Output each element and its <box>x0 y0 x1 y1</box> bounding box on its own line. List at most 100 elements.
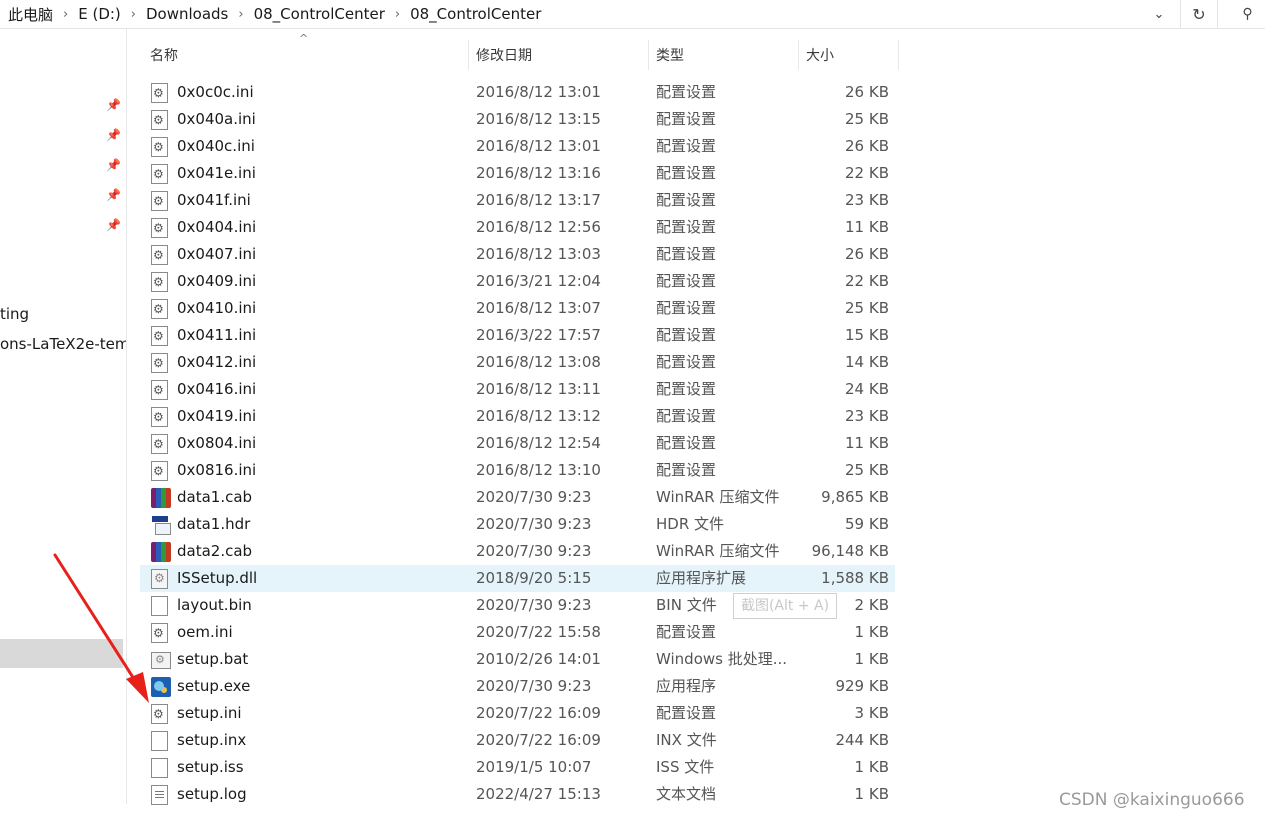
breadcrumb-downloads[interactable]: Downloads <box>138 5 236 23</box>
file-row[interactable]: data1.cab 2020/7/30 9:23 WinRAR 压缩文件 9,865 … <box>140 484 895 511</box>
file-row[interactable]: data2.cab 2020/7/30 9:23 WinRAR 压缩文件 96,148… <box>140 538 895 565</box>
file-name[interactable]: setup.bat <box>177 646 248 673</box>
file-row[interactable]: setup.bat 2010/2/26 14:01 Windows 批处理... 1 … <box>140 646 895 673</box>
file-row[interactable]: setup.log 2022/4/27 15:13 文本文档 1 KB <box>140 781 895 808</box>
file-row[interactable]: oem.ini 2020/7/22 15:58 配置设置 1 KB <box>140 619 895 646</box>
file-type: 配置设置 <box>656 299 717 317</box>
file-row[interactable]: 0x041e.ini 2016/8/12 13:16 配置设置 22 KB <box>140 160 895 187</box>
file-date: 2016/8/12 13:16 <box>476 164 601 182</box>
file-name[interactable]: 0x040c.ini <box>177 133 255 160</box>
file-row[interactable]: ISSetup.dll 2018/9/20 5:15 应用程序扩展 1,588 KB <box>140 565 895 592</box>
file-name[interactable]: 0x0409.ini <box>177 268 256 295</box>
breadcrumb-drive[interactable]: E (D:) <box>70 5 129 23</box>
file-type: 配置设置 <box>656 353 717 371</box>
address-bar: 此电脑 › E (D:) › Downloads › 08_ControlCen… <box>0 0 1265 29</box>
breadcrumb-this-pc[interactable]: 此电脑 <box>0 4 61 25</box>
file-row[interactable]: 0x040a.ini 2016/8/12 13:15 配置设置 25 KB <box>140 106 895 133</box>
nav-item-folder[interactable]: ons-LaTeX2e-tem <box>0 335 126 353</box>
file-row[interactable]: setup.exe 2020/7/30 9:23 应用程序 929 KB <box>140 673 895 700</box>
column-header-type[interactable]: 类型 <box>656 40 798 70</box>
file-row[interactable]: 0x0419.ini 2016/8/12 13:12 配置设置 23 KB <box>140 403 895 430</box>
ini-file-icon <box>151 164 171 184</box>
file-row[interactable]: 0x0416.ini 2016/8/12 13:11 配置设置 24 KB <box>140 376 895 403</box>
file-name[interactable]: layout.bin <box>177 592 252 619</box>
file-name[interactable]: 0x0410.ini <box>177 295 256 322</box>
ini-file-icon <box>151 137 171 157</box>
file-row[interactable]: setup.iss 2019/1/5 10:07 ISS 文件 1 KB <box>140 754 895 781</box>
file-type: 配置设置 <box>656 380 717 398</box>
file-name[interactable]: 0x0407.ini <box>177 241 256 268</box>
file-row[interactable]: 0x0407.ini 2016/8/12 13:03 配置设置 26 KB <box>140 241 895 268</box>
pin-icon[interactable]: 📌 <box>106 218 121 232</box>
pin-icon[interactable]: 📌 <box>106 188 121 202</box>
file-name[interactable]: 0x041f.ini <box>177 187 251 214</box>
file-row[interactable]: 0x0c0c.ini 2016/8/12 13:01 配置设置 26 KB <box>140 79 895 106</box>
file-name[interactable]: 0x0c0c.ini <box>177 79 254 106</box>
file-name[interactable]: setup.ini <box>177 700 242 727</box>
file-size: 2 KB <box>854 596 889 614</box>
file-name[interactable]: setup.log <box>177 781 247 808</box>
file-name[interactable]: setup.inx <box>177 727 246 754</box>
file-size: 22 KB <box>845 164 889 182</box>
file-name[interactable]: 0x0816.ini <box>177 457 256 484</box>
file-date: 2020/7/30 9:23 <box>476 677 592 695</box>
pin-icon[interactable]: 📌 <box>106 98 121 112</box>
column-header-date[interactable]: 修改日期 <box>476 40 648 70</box>
breadcrumb-current-folder[interactable]: 08_ControlCenter <box>402 5 549 23</box>
file-row[interactable]: 0x0410.ini 2016/8/12 13:07 配置设置 25 KB <box>140 295 895 322</box>
file-name[interactable]: setup.exe <box>177 673 250 700</box>
column-separator[interactable] <box>798 40 799 70</box>
file-date: 2016/8/12 13:08 <box>476 353 601 371</box>
chevron-down-icon[interactable]: ⌄ <box>1144 0 1174 28</box>
file-row[interactable]: 0x0412.ini 2016/8/12 13:08 配置设置 14 KB <box>140 349 895 376</box>
breadcrumb-separator-icon[interactable]: › <box>236 7 245 22</box>
column-header-size[interactable]: 大小 <box>806 40 898 70</box>
file-row[interactable]: 0x041f.ini 2016/8/12 13:17 配置设置 23 KB <box>140 187 895 214</box>
file-name[interactable]: ISSetup.dll <box>177 565 257 592</box>
file-name[interactable]: 0x0411.ini <box>177 322 256 349</box>
file-type: 配置设置 <box>656 461 717 479</box>
nav-item-folder[interactable]: ting <box>0 305 29 323</box>
file-name[interactable]: 0x0404.ini <box>177 214 256 241</box>
file-row[interactable]: 0x0816.ini 2016/8/12 13:10 配置设置 25 KB <box>140 457 895 484</box>
file-row[interactable]: data1.hdr 2020/7/30 9:23 HDR 文件 59 KB <box>140 511 895 538</box>
file-name[interactable]: 0x0412.ini <box>177 349 256 376</box>
breadcrumb-separator-icon[interactable]: › <box>129 7 138 22</box>
pin-icon[interactable]: 📌 <box>106 128 121 142</box>
file-size: 25 KB <box>845 299 889 317</box>
file-row[interactable]: 0x0409.ini 2016/3/21 12:04 配置设置 22 KB <box>140 268 895 295</box>
file-name[interactable]: oem.ini <box>177 619 233 646</box>
file-name[interactable]: 0x040a.ini <box>177 106 256 133</box>
file-name[interactable]: data2.cab <box>177 538 252 565</box>
file-name[interactable]: 0x0416.ini <box>177 376 256 403</box>
column-header-name[interactable]: 名称 <box>150 40 468 70</box>
search-icon[interactable]: ⚲ <box>1230 0 1265 28</box>
refresh-icon[interactable]: ↻ <box>1180 0 1218 28</box>
file-row[interactable]: setup.inx 2020/7/22 16:09 INX 文件 244 KB <box>140 727 895 754</box>
file-name[interactable]: setup.iss <box>177 754 244 781</box>
breadcrumb-separator-icon[interactable]: › <box>61 7 70 22</box>
ini-file-icon <box>151 353 171 373</box>
file-row[interactable]: setup.ini 2020/7/22 16:09 配置设置 3 KB <box>140 700 895 727</box>
file-size: 59 KB <box>845 515 889 533</box>
nav-item-selected[interactable] <box>0 639 123 668</box>
file-name[interactable]: 0x0804.ini <box>177 430 256 457</box>
column-separator[interactable] <box>898 40 899 70</box>
column-separator[interactable] <box>648 40 649 70</box>
pin-icon[interactable]: 📌 <box>106 158 121 172</box>
file-row[interactable]: 0x0804.ini 2016/8/12 12:54 配置设置 11 KB <box>140 430 895 457</box>
file-name[interactable]: 0x0419.ini <box>177 403 256 430</box>
column-separator[interactable] <box>468 40 469 70</box>
file-name[interactable]: data1.hdr <box>177 511 250 538</box>
breadcrumb-folder[interactable]: 08_ControlCenter <box>246 5 393 23</box>
file-name[interactable]: data1.cab <box>177 484 252 511</box>
file-date: 2016/8/12 13:03 <box>476 245 601 263</box>
file-size: 24 KB <box>845 380 889 398</box>
file-row[interactable]: 0x0404.ini 2016/8/12 12:56 配置设置 11 KB <box>140 214 895 241</box>
file-row[interactable]: 0x040c.ini 2016/8/12 13:01 配置设置 26 KB <box>140 133 895 160</box>
pane-divider[interactable] <box>126 29 127 804</box>
file-date: 2016/8/12 13:11 <box>476 380 601 398</box>
file-row[interactable]: 0x0411.ini 2016/3/22 17:57 配置设置 15 KB <box>140 322 895 349</box>
file-name[interactable]: 0x041e.ini <box>177 160 256 187</box>
breadcrumb-separator-icon[interactable]: › <box>393 7 402 22</box>
